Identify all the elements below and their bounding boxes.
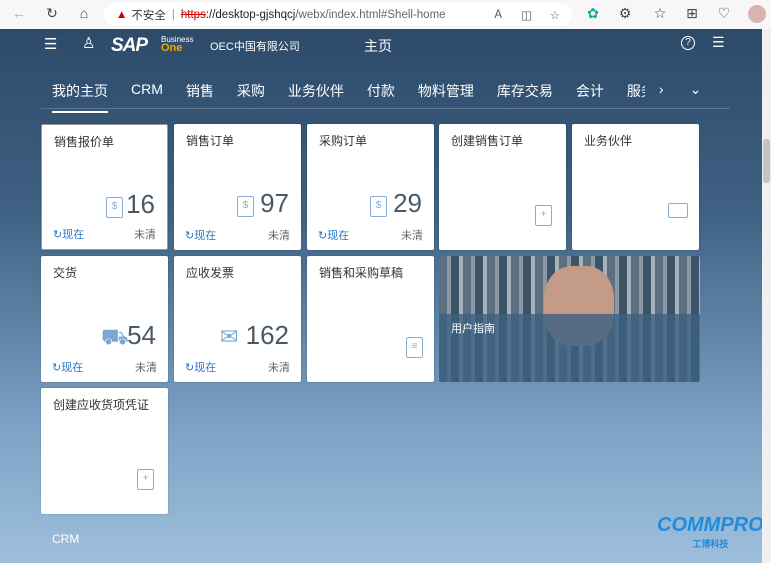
back-icon[interactable]: ← [10,5,28,21]
url-host: ://desktop-gjshqcj [205,8,296,21]
refresh-link[interactable]: ↻现在 [53,226,84,242]
scrollbar[interactable] [762,29,771,563]
add-document-icon: + [137,469,154,490]
tile-drafts[interactable]: 销售和采购草稿 ≡ [307,256,434,382]
tile-title: 销售报价单 [54,135,115,149]
url-path: /webx/index.html#Shell-home [295,8,446,21]
reader-icon[interactable]: ◫ [521,8,532,22]
extension-icon[interactable]: ✿ [584,5,602,22]
help-icon[interactable]: ? [681,36,695,50]
chevron-down-icon[interactable]: ⌄ [690,81,702,107]
truck-icon: ⛟ [101,324,129,349]
tile-title: 采购订单 [319,134,368,148]
tab-divider [41,108,730,109]
browser-toolbar: ← ↻ ⌂ ▲ 不安全 | https://desktop-gjshqcj/we… [0,0,771,29]
tile-status: 未清 [134,229,156,241]
chevron-right-icon[interactable]: › [659,81,664,107]
url-scheme: https [180,8,206,21]
tile-count: 54 [127,320,156,350]
tab-home[interactable]: 我的主页 [52,81,108,113]
tile-title: 交货 [53,266,78,280]
tile-business-partners[interactable]: 业务伙伴 [572,124,699,250]
tile-title: 业务伙伴 [584,134,633,148]
favorites-icon[interactable]: ☆ [651,5,669,22]
tile-title: 应收发票 [186,266,235,280]
address-bar[interactable]: ▲ 不安全 | https://desktop-gjshqcj/webx/ind… [104,3,572,26]
tile-create-ar-down-payment[interactable]: 创建应收货项凭证 + [41,388,168,514]
section-title-crm: CRM [52,532,80,546]
tile-title: 创建应收货项凭证 [53,398,150,412]
tab-service[interactable]: 服务 [627,81,645,107]
user-icon[interactable]: ♙ [82,34,95,52]
tab-sales[interactable]: 销售 [186,81,214,107]
tab-purchasing[interactable]: 采购 [237,81,265,107]
health-icon[interactable]: ♡ [715,5,733,22]
scrollbar-thumb[interactable] [763,139,770,183]
tile-purchase-order[interactable]: 采购订单 $ 29 ↻现在 未清 [307,124,434,250]
refresh-link[interactable]: ↻现在 [185,359,216,375]
add-document-icon: + [535,205,552,226]
security-label: 不安全 [131,9,166,22]
warning-icon: ▲ [116,8,128,21]
tile-title: 创建销售订单 [451,134,524,148]
menu-icon[interactable]: ☰ [44,35,57,53]
tab-bar: 我的主页 CRM 销售 采购 业务伙伴 付款 物料管理 库存交易 会计 服务 ›… [52,81,702,113]
shell-bar: ☰ ♙ SAP Business One OEC中国有限公司 主页 ? ☰ [0,29,762,59]
sap-app: ☰ ♙ SAP Business One OEC中国有限公司 主页 ? ☰ 我的主页… [0,29,764,563]
purchase-order-icon: $ [370,196,387,217]
read-aloud-icon[interactable]: A [494,9,502,21]
tile-count: 97 [260,188,289,218]
tab-crm[interactable]: CRM [131,81,163,107]
tile-user-guide[interactable]: 用户指南 [439,256,700,382]
tab-stock-transactions[interactable]: 库存交易 [497,81,553,107]
sales-order-icon: $ [237,196,254,217]
company-name: OEC中国有限公司 [210,41,300,53]
refresh-link[interactable]: ↻现在 [185,227,216,243]
tile-create-sales-order[interactable]: 创建销售订单 + [439,124,566,250]
avatar[interactable] [748,5,766,23]
reload-icon[interactable]: ↻ [43,5,61,22]
tile-status: 未清 [268,362,290,374]
business-card-icon [668,203,688,218]
tile-count: 29 [393,188,422,218]
tile-title: 销售和采购草稿 [319,266,404,280]
commpro-watermark: COMMPRO 工博科技 [657,514,764,549]
tab-business-partners[interactable]: 业务伙伴 [288,81,344,107]
tile-sales-quotation[interactable]: 销售报价单 $ 16 ↻现在 未清 [41,124,168,250]
quotation-icon: $ [106,197,123,218]
home-icon[interactable]: ⌂ [75,5,93,21]
collections-icon[interactable]: ⊞ [683,5,701,22]
refresh-link[interactable]: ↻现在 [52,359,83,375]
page-title: 主页 [364,38,392,54]
tile-status: 未清 [268,230,290,242]
tile-count: 162 [245,320,289,350]
sap-logo: SAP Business One [111,35,194,56]
invoice-icon: ✉ [220,324,239,349]
tile-title: 销售订单 [186,134,235,148]
tile-status: 未清 [401,230,423,242]
favorite-icon[interactable]: ☆ [550,8,560,22]
tile-sales-order[interactable]: 销售订单 $ 97 ↻现在 未清 [174,124,301,250]
tab-payments[interactable]: 付款 [367,81,395,107]
draft-icon: ≡ [406,337,423,358]
tile-ar-invoice[interactable]: 应收发票 ✉ 162 ↻现在 未清 [174,256,301,382]
tile-count: 16 [126,189,155,219]
refresh-link[interactable]: ↻现在 [318,227,349,243]
tab-accounting[interactable]: 会计 [576,81,604,107]
notifications-icon[interactable]: ☰ [712,34,725,51]
tile-status: 未清 [135,362,157,374]
extensions-icon[interactable]: ⚙ [616,5,634,22]
tab-inventory[interactable]: 物料管理 [418,81,474,107]
tile-delivery[interactable]: 交货 ⛟ 54 ↻现在 未清 [41,256,168,382]
tile-title: 用户指南 [451,323,495,335]
